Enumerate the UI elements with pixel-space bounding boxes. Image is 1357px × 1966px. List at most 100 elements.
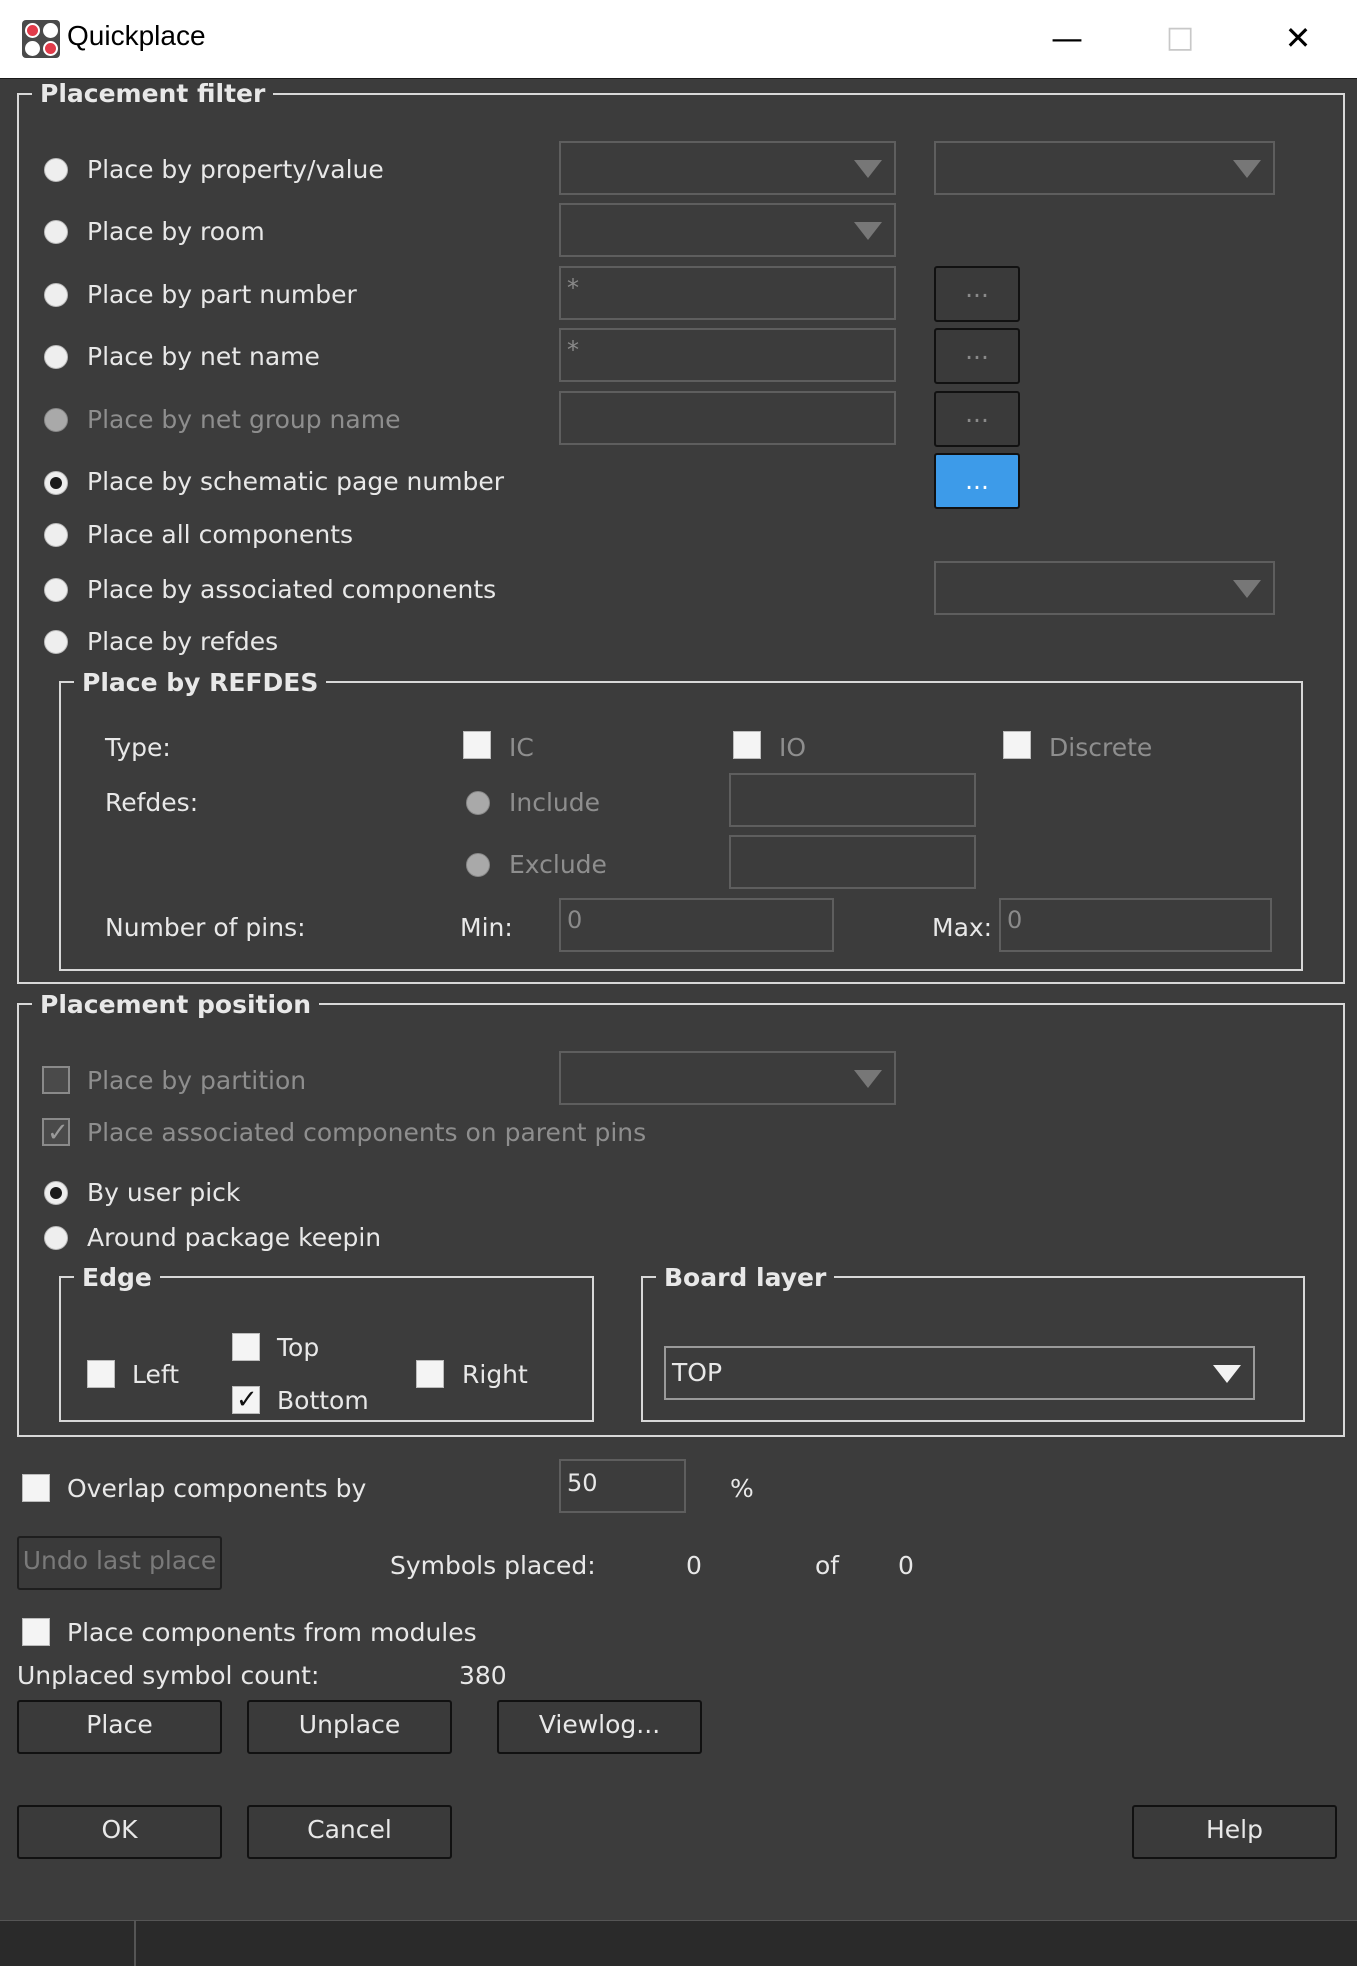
- exclude-field: [729, 835, 976, 889]
- net-name-browse-button: ...: [934, 328, 1020, 384]
- board-layer-select[interactable]: TOP: [664, 1346, 1255, 1400]
- cancel-button[interactable]: Cancel: [247, 1805, 452, 1859]
- label-refdes: Place by refdes: [87, 627, 279, 656]
- radio-schematic-page-number[interactable]: [44, 471, 68, 495]
- label-all-components: Place all components: [87, 520, 354, 549]
- io-checkbox: [733, 731, 761, 759]
- edge-top-label: Top: [277, 1333, 320, 1362]
- edge-top-checkbox[interactable]: [232, 1333, 260, 1361]
- edge-left-checkbox[interactable]: [87, 1360, 115, 1388]
- by-partition-label: Place by partition: [87, 1066, 307, 1095]
- part-number-browse-button: ...: [934, 266, 1020, 322]
- radio-room[interactable]: [44, 220, 68, 244]
- minimize-icon[interactable]: —: [1047, 18, 1087, 58]
- radio-net-group-name: [44, 408, 68, 432]
- overlap-unit: %: [730, 1474, 754, 1503]
- associated-combo: [934, 561, 1275, 615]
- label-associated-components: Place by associated components: [87, 575, 497, 604]
- maximize-icon: □: [1165, 20, 1195, 55]
- include-radio: [466, 791, 490, 815]
- refdes-label: Refdes:: [105, 788, 199, 817]
- edge-right-checkbox[interactable]: [416, 1360, 444, 1388]
- quickplace-dialog: Quickplace — □ ✕ Placement filter Place …: [0, 0, 1357, 1966]
- status-bar: [0, 1920, 1357, 1966]
- radio-property-value[interactable]: [44, 158, 68, 182]
- radio-net-name[interactable]: [44, 345, 68, 369]
- room-combo: [559, 203, 896, 257]
- include-field: [729, 773, 976, 827]
- label-property-value: Place by property/value: [87, 155, 384, 184]
- schematic-page-browse-button[interactable]: ...: [934, 453, 1020, 509]
- overlap-label: Overlap components by: [67, 1474, 367, 1503]
- overlap-percent-field[interactable]: 50: [559, 1459, 686, 1513]
- title-bar: Quickplace — □ ✕: [0, 0, 1357, 79]
- unplaced-count-value: 380: [459, 1661, 507, 1690]
- overlap-checkbox[interactable]: [22, 1474, 50, 1502]
- chevron-down-icon: [1213, 1365, 1241, 1383]
- edge-right-label: Right: [462, 1360, 528, 1389]
- partition-combo: [559, 1051, 896, 1105]
- label-net-name: Place by net name: [87, 342, 320, 371]
- edge-bottom-label: Bottom: [277, 1386, 369, 1415]
- exclude-radio: [466, 853, 490, 877]
- label-room: Place by room: [87, 217, 265, 246]
- number-of-pins-label: Number of pins:: [105, 913, 306, 942]
- max-pins-field: 0: [999, 898, 1272, 952]
- io-label: IO: [779, 733, 807, 762]
- unplace-button[interactable]: Unplace: [247, 1700, 452, 1754]
- max-label: Max:: [932, 913, 993, 942]
- label-schematic-page-number: Place by schematic page number: [87, 467, 505, 496]
- symbols-of-label: of: [815, 1551, 840, 1580]
- unplaced-count-label: Unplaced symbol count:: [17, 1661, 320, 1690]
- status-divider: [134, 1921, 136, 1966]
- discrete-checkbox: [1003, 731, 1031, 759]
- around-keepin-label: Around package keepin: [87, 1223, 382, 1252]
- help-button[interactable]: Help: [1132, 1805, 1337, 1859]
- value-combo: [934, 141, 1275, 195]
- by-user-pick-radio[interactable]: [44, 1181, 68, 1205]
- window-title: Quickplace: [67, 20, 206, 51]
- assoc-parent-pins-checkbox: ✓: [42, 1118, 70, 1148]
- net-group-browse-button: ...: [934, 391, 1020, 447]
- radio-associated-components[interactable]: [44, 578, 68, 602]
- chevron-down-icon: [854, 160, 882, 178]
- net-name-field: *: [559, 328, 896, 382]
- placement-filter-legend: Placement filter: [32, 79, 274, 109]
- around-keepin-radio[interactable]: [44, 1226, 68, 1250]
- chevron-down-icon: [854, 222, 882, 240]
- radio-part-number[interactable]: [44, 283, 68, 307]
- refdes-group-legend: Place by REFDES: [74, 668, 327, 698]
- checkmark-icon: ✓: [236, 1385, 258, 1415]
- modules-label: Place components from modules: [67, 1618, 477, 1647]
- undo-last-place-button: Undo last place: [17, 1536, 222, 1590]
- app-icon: [22, 20, 60, 58]
- property-combo: [559, 141, 896, 195]
- close-icon[interactable]: ✕: [1278, 18, 1318, 58]
- discrete-label: Discrete: [1049, 733, 1153, 762]
- type-label: Type:: [105, 733, 171, 762]
- symbols-total-count: 0: [898, 1551, 914, 1580]
- place-button[interactable]: Place: [17, 1700, 222, 1754]
- placement-position-legend: Placement position: [32, 990, 320, 1020]
- by-partition-checkbox: [42, 1066, 70, 1094]
- min-label: Min:: [460, 913, 513, 942]
- assoc-parent-pins-label: Place associated components on parent pi…: [87, 1118, 647, 1147]
- board-layer-value: TOP: [672, 1358, 723, 1387]
- radio-refdes[interactable]: [44, 630, 68, 654]
- net-group-field: [559, 391, 896, 445]
- symbols-placed-label: Symbols placed:: [390, 1551, 596, 1580]
- include-label: Include: [509, 788, 601, 817]
- edge-left-label: Left: [132, 1360, 180, 1389]
- edge-bottom-checkbox[interactable]: ✓: [232, 1385, 260, 1415]
- chevron-down-icon: [1233, 160, 1261, 178]
- edge-legend: Edge: [74, 1263, 160, 1293]
- symbols-placed-count: 0: [686, 1551, 702, 1580]
- min-pins-field: 0: [559, 898, 834, 952]
- exclude-label: Exclude: [509, 850, 607, 879]
- radio-all-components[interactable]: [44, 523, 68, 547]
- checkmark-icon: ✓: [47, 1118, 69, 1148]
- modules-checkbox[interactable]: [22, 1618, 50, 1646]
- ok-button[interactable]: OK: [17, 1805, 222, 1859]
- viewlog-button[interactable]: Viewlog...: [497, 1700, 702, 1754]
- chevron-down-icon: [1233, 580, 1261, 598]
